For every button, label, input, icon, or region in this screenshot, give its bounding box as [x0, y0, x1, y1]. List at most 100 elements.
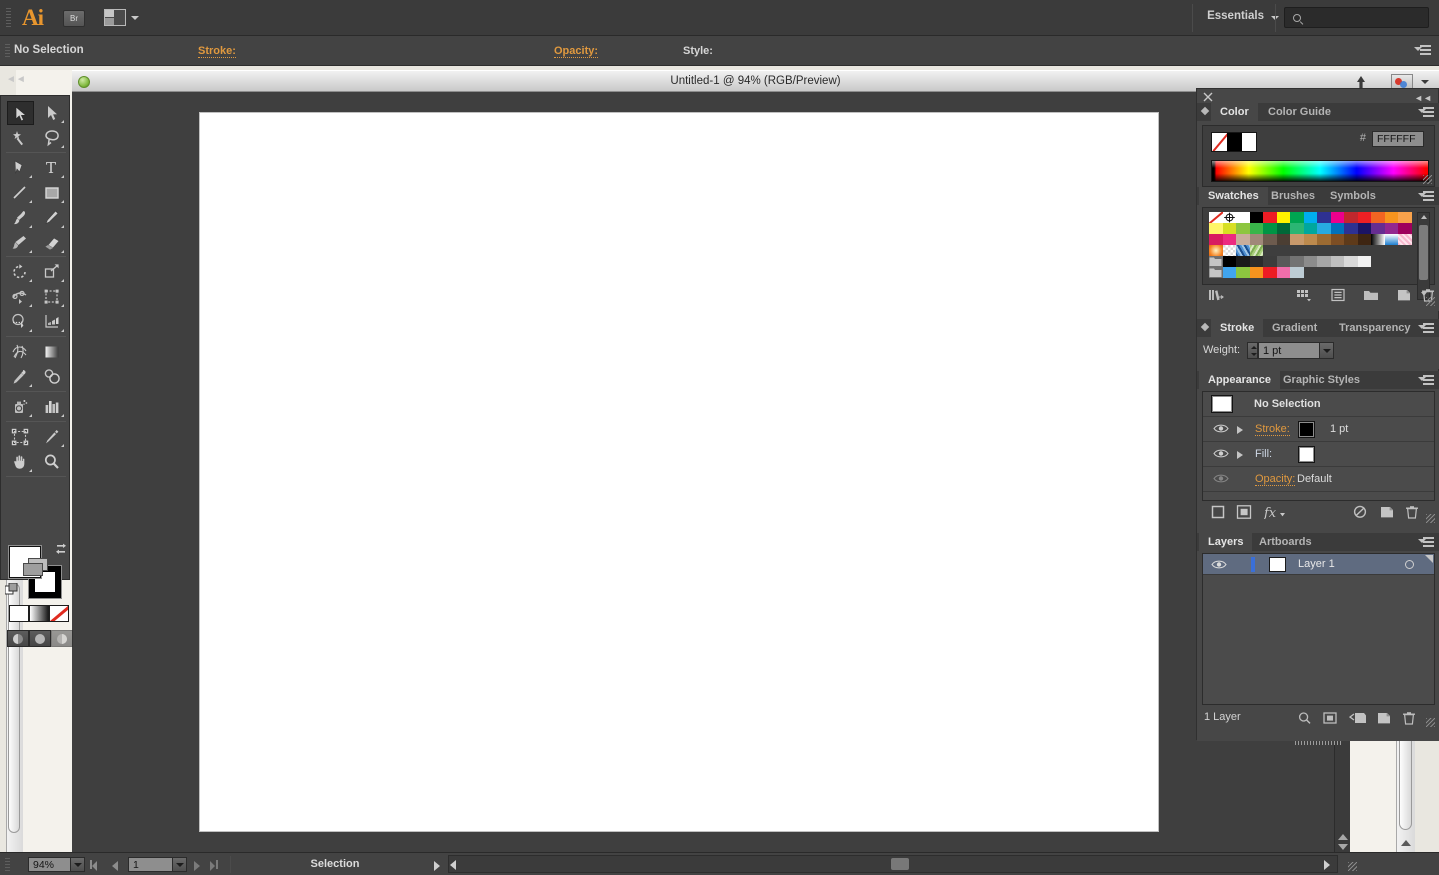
swatch-color[interactable]: [1358, 212, 1372, 223]
appearance-row-opacity[interactable]: Opacity: Default: [1203, 467, 1434, 492]
swatches-panel-menu-icon[interactable]: [1418, 191, 1434, 202]
arrange-chevron-down-icon[interactable]: [131, 16, 139, 20]
search-input[interactable]: [1284, 7, 1429, 28]
layer-row[interactable]: Layer 1: [1203, 554, 1434, 575]
new-swatch-icon[interactable]: [1396, 288, 1412, 302]
first-artboard-button[interactable]: [92, 861, 97, 871]
delete-item-icon[interactable]: [1404, 505, 1420, 519]
pen-tool[interactable]: [7, 156, 34, 180]
swatch-color[interactable]: [1304, 223, 1318, 234]
dock-resize-grip[interactable]: [1295, 741, 1341, 745]
swatch-color[interactable]: [1223, 234, 1237, 245]
swatches-panel-resize-grip[interactable]: [1426, 297, 1435, 306]
tab-stroke[interactable]: Stroke: [1211, 319, 1263, 337]
swatch-color[interactable]: [1358, 234, 1372, 245]
tab-appearance[interactable]: Appearance: [1199, 371, 1280, 389]
swatches-scroll-up-arrow[interactable]: [1421, 215, 1427, 219]
appearance-panel-menu-icon[interactable]: [1418, 375, 1434, 386]
stroke-panel-menu-icon[interactable]: [1418, 323, 1434, 334]
appearance-stroke-label[interactable]: Stroke:: [1255, 423, 1290, 436]
pencil-tool[interactable]: [39, 206, 66, 230]
next-artboard-button[interactable]: [194, 861, 200, 871]
zoom-chevron-down-icon[interactable]: [70, 857, 85, 872]
collapse-panels-icon[interactable]: ◄◄: [1414, 93, 1432, 103]
swatch-color[interactable]: [1304, 212, 1318, 223]
tab-color[interactable]: Color: [1211, 103, 1258, 121]
symbol-sprayer-tool[interactable]: [7, 395, 34, 419]
free-transform-tool[interactable]: [39, 285, 66, 309]
add-new-fill-icon[interactable]: [1236, 505, 1252, 519]
clear-appearance-icon[interactable]: [1352, 505, 1368, 519]
swatch-color[interactable]: [1398, 223, 1412, 234]
eraser-tool[interactable]: [39, 231, 66, 255]
controlbar-grip[interactable]: [5, 44, 10, 59]
width-tool[interactable]: [7, 285, 34, 309]
none-swatch[interactable]: [1212, 133, 1227, 151]
layer-name-label[interactable]: Layer 1: [1298, 558, 1335, 570]
swatch-color[interactable]: [1290, 223, 1304, 234]
status-menu-arrow[interactable]: [434, 861, 440, 871]
toolbox-collapse-button[interactable]: ◄◄: [6, 74, 22, 86]
artboard-tool[interactable]: [7, 425, 34, 449]
eyedropper-tool[interactable]: [7, 365, 34, 389]
swatch-color[interactable]: [1236, 223, 1250, 234]
tab-color-guide[interactable]: Color Guide: [1259, 103, 1340, 121]
swatch-color[interactable]: [1209, 234, 1223, 245]
visibility-eye-icon-dim[interactable]: [1213, 473, 1229, 484]
swatch-color[interactable]: [1277, 223, 1291, 234]
appearance-stroke-value[interactable]: 1 pt: [1330, 423, 1348, 435]
tab-artboards[interactable]: Artboards: [1250, 533, 1321, 551]
swatch-color[interactable]: [1358, 223, 1372, 234]
previous-artboard-button[interactable]: [112, 861, 118, 871]
normal-screen-mode-button[interactable]: [7, 630, 29, 647]
rotate-tool[interactable]: [7, 260, 34, 284]
swatches-scroll-thumb[interactable]: [1419, 225, 1428, 280]
appearance-opacity-value[interactable]: Default: [1297, 473, 1332, 485]
swatch-color[interactable]: [1344, 256, 1358, 267]
gradient-tool[interactable]: [39, 340, 66, 364]
layers-panel-resize-grip[interactable]: [1426, 718, 1435, 727]
shape-builder-tool[interactable]: [7, 310, 34, 334]
swatch-color[interactable]: [1371, 223, 1385, 234]
default-fill-stroke-icon[interactable]: [5, 583, 19, 597]
swatch-color-group[interactable]: [1209, 267, 1223, 278]
swatch-color[interactable]: [1385, 223, 1399, 234]
swatch-pattern-green[interactable]: [1250, 245, 1264, 256]
swatch-color[interactable]: [1304, 256, 1318, 267]
tab-swatches[interactable]: Swatches: [1199, 187, 1268, 205]
appearance-opacity-label[interactable]: Opacity:: [1255, 473, 1295, 486]
swatch-color[interactable]: [1358, 256, 1372, 267]
zoom-level-input[interactable]: 94%: [28, 857, 76, 872]
selection-tool[interactable]: [7, 101, 34, 125]
add-new-effect-icon[interactable]: fx: [1264, 505, 1286, 519]
control-panel-menu-icon[interactable]: [1415, 45, 1431, 57]
layers-panel-menu-icon[interactable]: [1418, 537, 1434, 548]
swatch-color[interactable]: [1250, 267, 1264, 278]
gradient-mode-button[interactable]: [29, 605, 49, 622]
zoom-tool[interactable]: [39, 450, 66, 474]
swatch-color[interactable]: [1263, 267, 1277, 278]
horizontal-scroll-thumb[interactable]: [891, 858, 909, 870]
swatch-color[interactable]: [1290, 212, 1304, 223]
layers-list[interactable]: Layer 1: [1202, 553, 1435, 705]
perspective-grid-tool[interactable]: [39, 310, 66, 334]
delete-selection-icon[interactable]: [1401, 711, 1417, 725]
layer-target-icon[interactable]: [1405, 560, 1414, 569]
magic-wand-tool[interactable]: [7, 126, 34, 150]
duplicate-item-icon[interactable]: [1379, 505, 1395, 519]
swatch-color[interactable]: [1277, 256, 1291, 267]
swatch-color[interactable]: [1344, 223, 1358, 234]
canvas-area[interactable]: [72, 92, 1334, 852]
swatch-color[interactable]: [1236, 256, 1250, 267]
swatch-color[interactable]: [1317, 256, 1331, 267]
swatch-color[interactable]: [1263, 223, 1277, 234]
style-label[interactable]: Style:: [683, 45, 713, 57]
blob-brush-tool[interactable]: [7, 231, 34, 255]
appearance-header-row[interactable]: No Selection: [1203, 392, 1434, 417]
swatch-color[interactable]: [1344, 234, 1358, 245]
go-to-bridge-button[interactable]: Br: [63, 10, 85, 27]
line-segment-tool[interactable]: [7, 181, 34, 205]
fullscreen-menubar-mode-button[interactable]: [29, 630, 51, 647]
appbar-grip[interactable]: [6, 8, 11, 28]
swatch-color[interactable]: [1304, 234, 1318, 245]
